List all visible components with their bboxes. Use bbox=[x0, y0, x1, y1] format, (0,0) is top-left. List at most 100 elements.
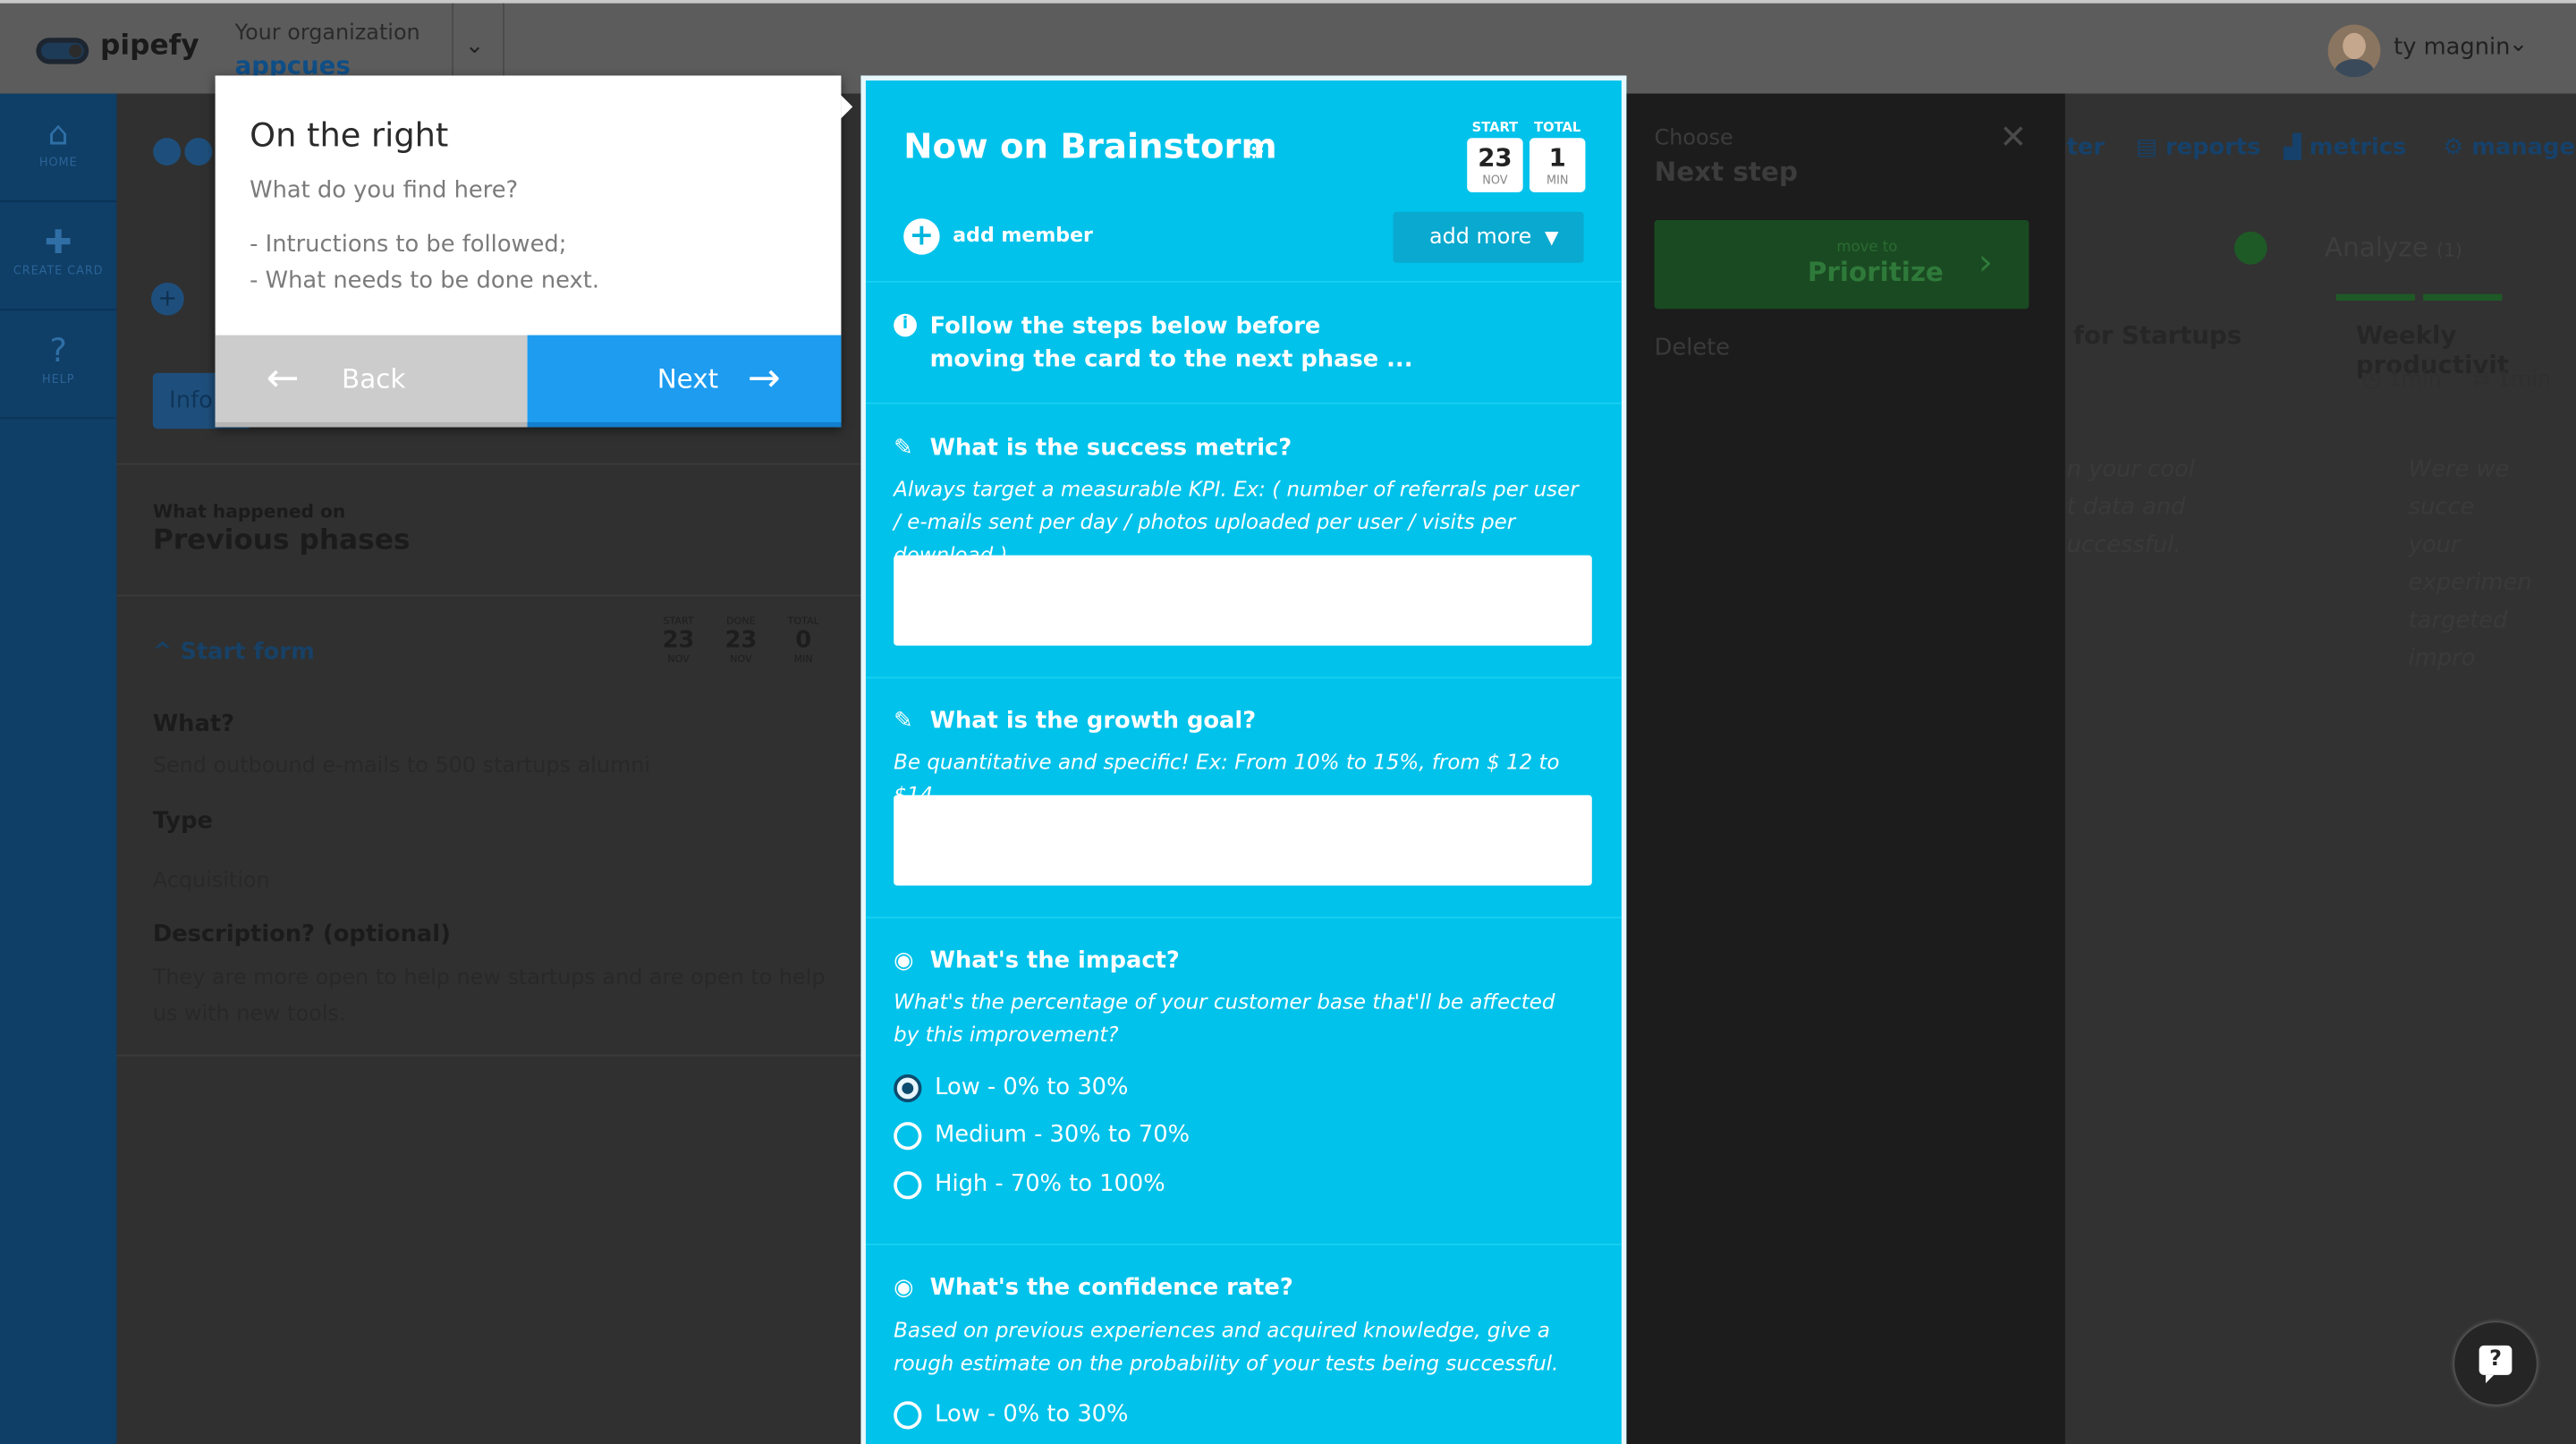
board-background: Choose Next step ✕ move to Prioritize › … bbox=[1626, 93, 2576, 1444]
sidebar-item-create-card[interactable]: ✚ CREATE CARD bbox=[0, 202, 117, 311]
stat-unit: MIN bbox=[1546, 174, 1569, 188]
radio-icon[interactable] bbox=[894, 1401, 922, 1430]
text-line: targeted impro bbox=[2408, 607, 2508, 672]
nav-metrics[interactable]: ▟ metrics bbox=[2284, 135, 2406, 161]
question-description: What's the percentage of your customer b… bbox=[894, 989, 1555, 1047]
next-step-panel: Choose Next step ✕ move to Prioritize › … bbox=[1626, 93, 2065, 1444]
logo-text[interactable]: pipefy bbox=[100, 30, 199, 63]
field-value: Send outbound e-mails to 500 startups al… bbox=[152, 753, 651, 779]
home-icon: ⌂ bbox=[47, 113, 69, 153]
radio-label: Low - 0% to 30% bbox=[935, 1074, 1129, 1101]
progress-bar bbox=[2335, 293, 2416, 302]
move-to-label: move to bbox=[1836, 240, 1898, 257]
stat-unit: MIN bbox=[793, 653, 813, 666]
screen: pipefy Your organization appcues ⌄ ty ma… bbox=[0, 0, 2576, 1444]
radio-label: High - 70% to 100% bbox=[935, 1171, 1165, 1198]
stat-value: 23 bbox=[662, 627, 695, 654]
stat-key: START bbox=[1471, 120, 1519, 135]
avatar[interactable] bbox=[2327, 24, 2381, 78]
plus-icon: ✚ bbox=[44, 221, 72, 261]
divider bbox=[865, 1243, 1622, 1245]
start-form-label: Start form bbox=[180, 639, 315, 666]
tooltip-line: - What needs to be done next. bbox=[250, 268, 600, 294]
arrow-left-icon: ← bbox=[266, 354, 300, 402]
sidebar-item-home[interactable]: ⌂ HOME bbox=[0, 94, 117, 202]
add-icon[interactable]: + bbox=[150, 282, 184, 316]
nav-reports-label: reports bbox=[2165, 134, 2261, 161]
divider bbox=[865, 402, 1622, 404]
question-title: What's the confidence rate? bbox=[929, 1274, 1293, 1302]
sidebar-item-help[interactable]: ? HELP bbox=[0, 310, 117, 420]
close-icon[interactable]: ✕ bbox=[1999, 116, 2027, 156]
stat-unit: NOV bbox=[667, 653, 690, 666]
help-icon: ? bbox=[49, 330, 67, 370]
phase-analyze[interactable]: Analyze (1) bbox=[2325, 232, 2462, 263]
radio-icon[interactable] bbox=[894, 1122, 922, 1151]
stat-key: START bbox=[663, 616, 694, 628]
stat-value: 0 bbox=[795, 627, 812, 654]
card-meta: ⇄ 1min bbox=[2472, 368, 2552, 393]
radio-icon[interactable] bbox=[894, 1171, 922, 1200]
radio-selected-icon[interactable] bbox=[894, 1074, 922, 1103]
nav-filter[interactable]: ter bbox=[2067, 135, 2105, 161]
choose-label: Choose bbox=[1654, 126, 1733, 151]
question-title: What is the success metric? bbox=[929, 435, 1292, 462]
stat-value: 23 bbox=[724, 627, 758, 654]
help-chat-button[interactable]: ? bbox=[2454, 1322, 2537, 1405]
chevron-down-icon[interactable]: ⌄ bbox=[465, 33, 485, 59]
previous-phases-caption: What happened on bbox=[152, 501, 346, 522]
user-name[interactable]: ty magnin bbox=[2394, 35, 2510, 61]
text-line: Were we succe bbox=[2408, 456, 2510, 522]
stat-value: 23 bbox=[1478, 142, 1513, 173]
time-value: 1min bbox=[2387, 368, 2442, 393]
add-member-icon[interactable]: + bbox=[903, 218, 940, 255]
sidebar: ⌂ HOME ✚ CREATE CARD ? HELP bbox=[0, 93, 117, 1444]
success-metric-input[interactable] bbox=[894, 555, 1592, 646]
divider bbox=[116, 463, 865, 465]
add-more-label: add more bbox=[1428, 225, 1532, 251]
info-icon: i bbox=[894, 313, 917, 337]
radio-question-icon: ◉ bbox=[894, 1274, 914, 1302]
stat-value: 1 bbox=[1548, 142, 1566, 173]
previous-phases-title: Previous phases bbox=[152, 523, 411, 557]
org-label: Your organization bbox=[234, 21, 420, 47]
card-meta: ◷ 1min bbox=[2362, 368, 2442, 393]
card-description: n your cool t data and uccessful. bbox=[2067, 452, 2195, 565]
text-line: t data and bbox=[2066, 494, 2186, 522]
nav-metrics-label: metrics bbox=[2309, 134, 2407, 161]
move-to-button[interactable]: move to Prioritize › bbox=[1654, 220, 2029, 310]
done-stat: DONE 23 NOV bbox=[716, 616, 766, 666]
growth-goal-input[interactable] bbox=[894, 794, 1592, 886]
time-value: 1min bbox=[2496, 368, 2552, 393]
nav-reports[interactable]: ▤ reports bbox=[2136, 135, 2261, 161]
gear-icon[interactable]: ⚙ bbox=[1242, 133, 1266, 165]
nav-manage-label: manage bbox=[2471, 134, 2575, 161]
divider bbox=[865, 676, 1622, 679]
stat-unit: NOV bbox=[730, 653, 752, 666]
back-label: Back bbox=[342, 362, 406, 395]
start-stat: START 23 NOV bbox=[1467, 120, 1523, 192]
field-label: What? bbox=[152, 711, 235, 738]
add-more-button[interactable]: add more ▼ bbox=[1393, 211, 1584, 263]
edit-icon: ✎ bbox=[894, 435, 913, 462]
next-step-title: Next step bbox=[1654, 156, 1798, 188]
field-value: Acquisition bbox=[152, 869, 270, 894]
text-line: uccessful. bbox=[2066, 531, 2182, 559]
start-form-toggle[interactable]: ^ Start form bbox=[153, 639, 315, 665]
user-menu-chevron-icon[interactable]: ⌄ bbox=[2509, 31, 2529, 57]
phase-panel: Now on Brainstorm ⚙ START 23 NOV TOTAL 1… bbox=[860, 75, 1627, 1444]
progress-bar bbox=[2423, 293, 2503, 302]
add-member-link[interactable]: add member bbox=[953, 224, 1093, 247]
question-title: What's the impact? bbox=[929, 947, 1180, 974]
nav-manage[interactable]: ⚙ manage bbox=[2443, 135, 2575, 161]
stat-box: 1 MIN bbox=[1530, 138, 1586, 192]
card-title[interactable]: for Startups bbox=[2073, 320, 2241, 350]
stat-key: TOTAL bbox=[1534, 120, 1581, 135]
sidebar-item-label: CREATE CARD bbox=[13, 264, 104, 278]
field-label: Description? (optional) bbox=[152, 922, 451, 948]
text-line: n your cool bbox=[2066, 456, 2195, 483]
next-button[interactable]: Next → bbox=[527, 335, 842, 428]
back-button[interactable]: ← Back bbox=[215, 335, 528, 428]
delete-link[interactable]: Delete bbox=[1655, 336, 1730, 361]
question-description: Based on previous experiences and acquir… bbox=[894, 1317, 1559, 1375]
